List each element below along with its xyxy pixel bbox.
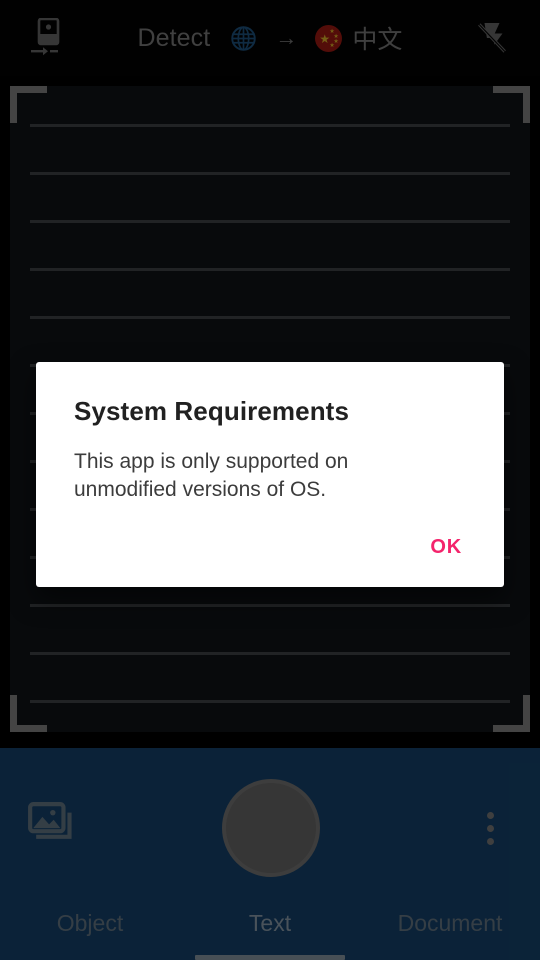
dialog-title: System Requirements <box>74 396 350 426</box>
camera-translate-screen: Detect → ★ ★ ★ ★ ★ 中文 Object Text Docume… <box>0 0 540 960</box>
dialog-ok-button[interactable]: OK <box>418 528 474 567</box>
dialog-message: This app is only supported on unmodified… <box>74 450 349 501</box>
system-requirements-dialog: System Requirements This app is only sup… <box>36 362 504 587</box>
dialog-actions: OK <box>36 504 504 587</box>
